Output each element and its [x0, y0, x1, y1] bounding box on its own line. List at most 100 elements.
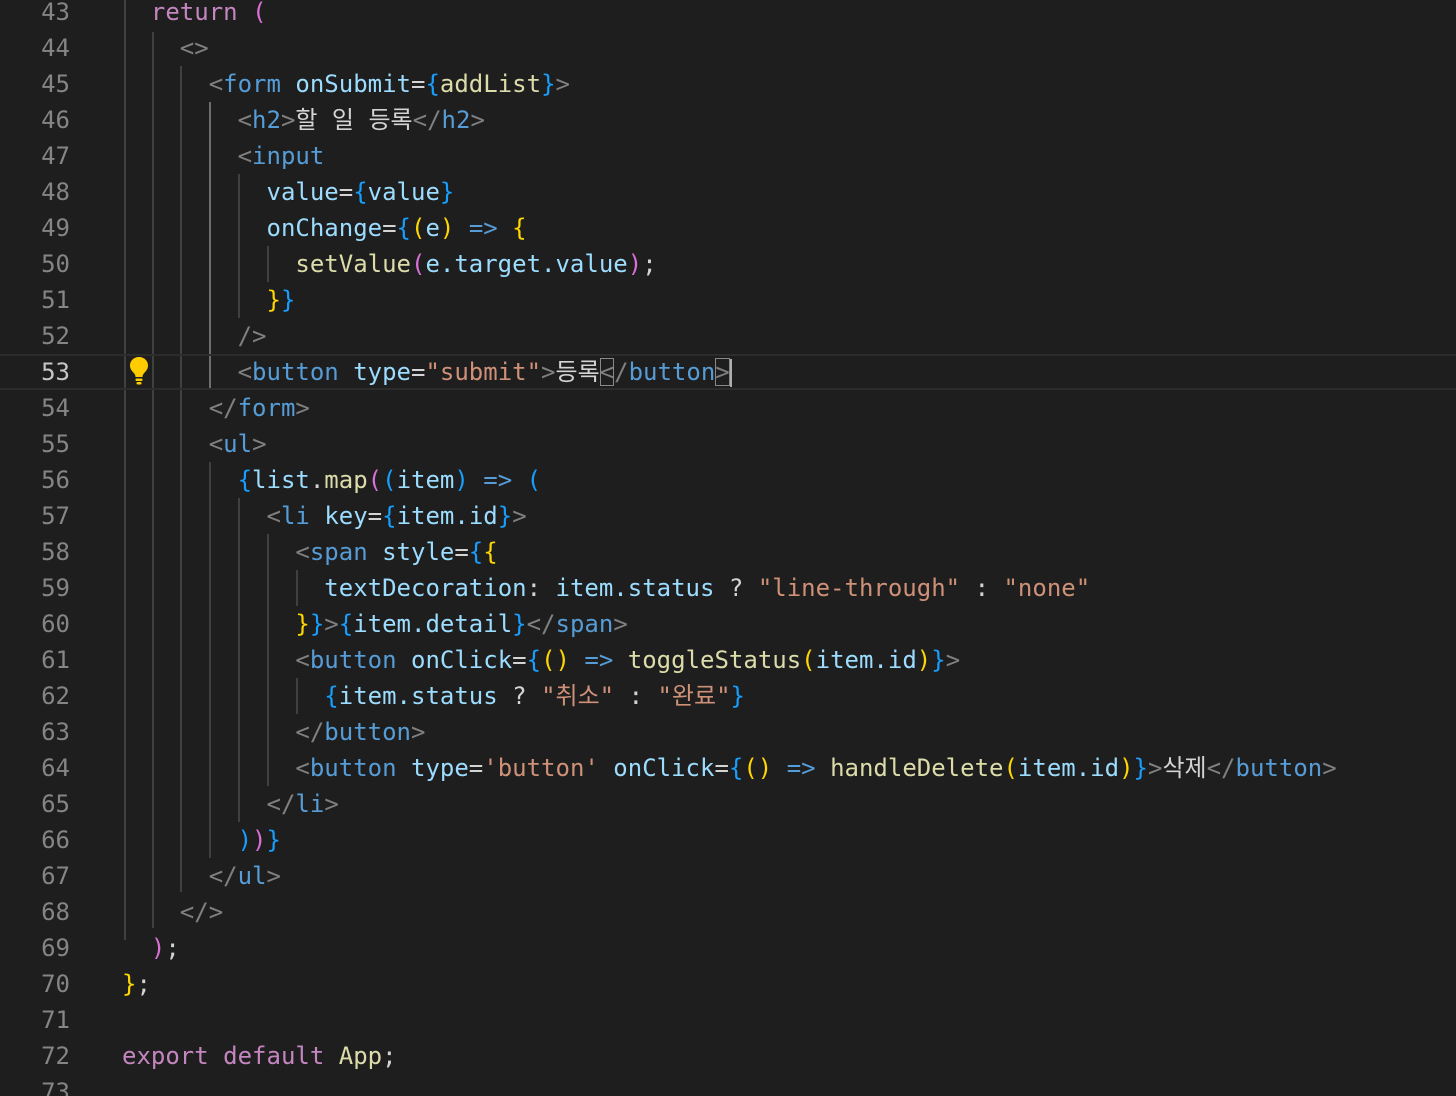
code-line[interactable]: 56 {list.map((item) => ( [0, 462, 1456, 498]
code-token: onClick [411, 646, 513, 674]
code-line[interactable]: 51 }} [0, 282, 1456, 318]
code-token: "none" [1003, 574, 1091, 602]
code-token: button [324, 718, 411, 746]
code-line[interactable]: 59 textDecoration: item.status ? "line-t… [0, 570, 1456, 606]
line-content: setValue(e.target.value); [295, 250, 657, 278]
line-number: 44 [41, 34, 70, 62]
code-line[interactable]: 45 <form onSubmit={addList}> [0, 66, 1456, 102]
code-line[interactable]: 72 export default App; [0, 1038, 1456, 1074]
code-token: 'button' [483, 754, 599, 782]
code-token: form [237, 394, 296, 422]
code-editor[interactable]: 43 return ( 44 <> 45 <form onSubmit={add… [0, 0, 1456, 1096]
line-number: 73 [41, 1078, 70, 1096]
code-token: button [309, 754, 397, 782]
code-token: form [223, 70, 281, 98]
code-line[interactable]: 55 <ul> [0, 426, 1456, 462]
code-line[interactable]: 48 value={value} [0, 174, 1456, 210]
line-content: <ul> [208, 430, 267, 458]
code-token: default [223, 1042, 325, 1070]
code-line[interactable]: 64 <button type='button' onClick={() => … [0, 750, 1456, 786]
code-token: item.status [338, 682, 498, 710]
lightbulb-icon[interactable] [127, 355, 151, 387]
line-number: 71 [41, 1006, 70, 1034]
line-number: 63 [41, 718, 70, 746]
code-token: onChange [266, 214, 383, 242]
code-line[interactable]: 69 ); [0, 930, 1456, 966]
code-token: style [382, 538, 455, 566]
code-line[interactable]: 67 </ul> [0, 858, 1456, 894]
line-content: ))} [237, 826, 281, 854]
line-number: 66 [41, 826, 70, 854]
code-token: addList [439, 70, 542, 98]
code-token: 등록 [555, 358, 600, 386]
code-token: span [555, 610, 614, 638]
code-line-current[interactable]: 53 <button type="submit">등록</button> [0, 354, 1456, 390]
code-line[interactable]: 70 }; [0, 966, 1456, 1002]
code-token: type [353, 358, 411, 386]
code-token: button [1235, 754, 1323, 782]
line-content: <span style={{ [295, 538, 498, 566]
code-line[interactable]: 54 </form> [0, 390, 1456, 426]
code-line[interactable]: 52 /> [0, 318, 1456, 354]
code-line[interactable]: 58 <span style={{ [0, 534, 1456, 570]
line-content: }} [266, 286, 296, 314]
code-token: type [411, 754, 469, 782]
line-number: 62 [41, 682, 70, 710]
code-token: ( [252, 0, 267, 26]
code-line[interactable]: 57 <li key={item.id}> [0, 498, 1456, 534]
code-line[interactable]: 50 setValue(e.target.value); [0, 246, 1456, 282]
line-number: 43 [41, 0, 70, 26]
code-token: item.id [815, 646, 917, 674]
code-token: <> [179, 34, 209, 62]
line-content: </button> [295, 718, 426, 746]
code-line[interactable]: 60 }}>{item.detail}</span> [0, 606, 1456, 642]
code-line[interactable]: 63 </button> [0, 714, 1456, 750]
line-number: 61 [41, 646, 70, 674]
line-content: }}>{item.detail}</span> [295, 610, 628, 638]
code-token: handleDelete [830, 754, 1004, 782]
code-token: li [280, 502, 310, 530]
line-number: 50 [41, 250, 70, 278]
code-token: "submit" [425, 358, 542, 386]
code-token: item [396, 466, 455, 494]
code-line[interactable]: 62 {item.status ? "취소" : "완료"} [0, 678, 1456, 714]
code-line[interactable]: 43 return ( [0, 0, 1456, 30]
line-content: <button type="submit">등록</button> [237, 358, 732, 387]
code-line[interactable]: 73 [0, 1074, 1456, 1096]
code-token: button [252, 358, 339, 386]
line-content: value={value} [266, 178, 455, 206]
line-content: </ul> [208, 862, 281, 890]
line-number: 69 [41, 934, 70, 962]
code-line[interactable]: 46 <h2>할 일 등록</h2> [0, 102, 1456, 138]
code-line[interactable]: 61 <button onClick={() => toggleStatus(i… [0, 642, 1456, 678]
code-token: h2 [441, 106, 471, 134]
code-line[interactable]: 47 <input [0, 138, 1456, 174]
code-token: /> [237, 322, 267, 350]
line-content: <> [122, 30, 209, 66]
code-line[interactable]: 68 </> [0, 894, 1456, 930]
line-content: <li key={item.id}> [266, 502, 527, 530]
line-content: <button type='button' onClick={() => han… [295, 754, 1337, 782]
line-content: /> [122, 318, 267, 354]
code-line[interactable]: 71 [0, 1002, 1456, 1038]
code-token: export [122, 1042, 209, 1070]
line-number: 70 [41, 970, 70, 998]
line-content: {list.map((item) => ( [237, 466, 542, 494]
code-line[interactable]: 65 </li> [0, 786, 1456, 822]
code-token: "완료" [657, 682, 731, 710]
line-number: 65 [41, 790, 70, 818]
line-content: onChange={(e) => { [266, 214, 527, 242]
code-token: "취소" [541, 682, 615, 710]
code-token: button [628, 358, 716, 386]
code-line[interactable]: 44 <> [0, 30, 1456, 66]
line-content: ); [150, 934, 180, 962]
line-content: {item.status ? "취소" : "완료"} [324, 682, 745, 710]
line-number: 53 [41, 358, 70, 386]
code-line[interactable]: 49 onChange={(e) => { [0, 210, 1456, 246]
code-line[interactable]: 66 ))} [0, 822, 1456, 858]
line-number: 49 [41, 214, 70, 242]
line-number: 68 [41, 898, 70, 926]
line-number: 57 [41, 502, 70, 530]
line-content: <h2>할 일 등록</h2> [237, 106, 485, 134]
code-token: list [252, 466, 310, 494]
